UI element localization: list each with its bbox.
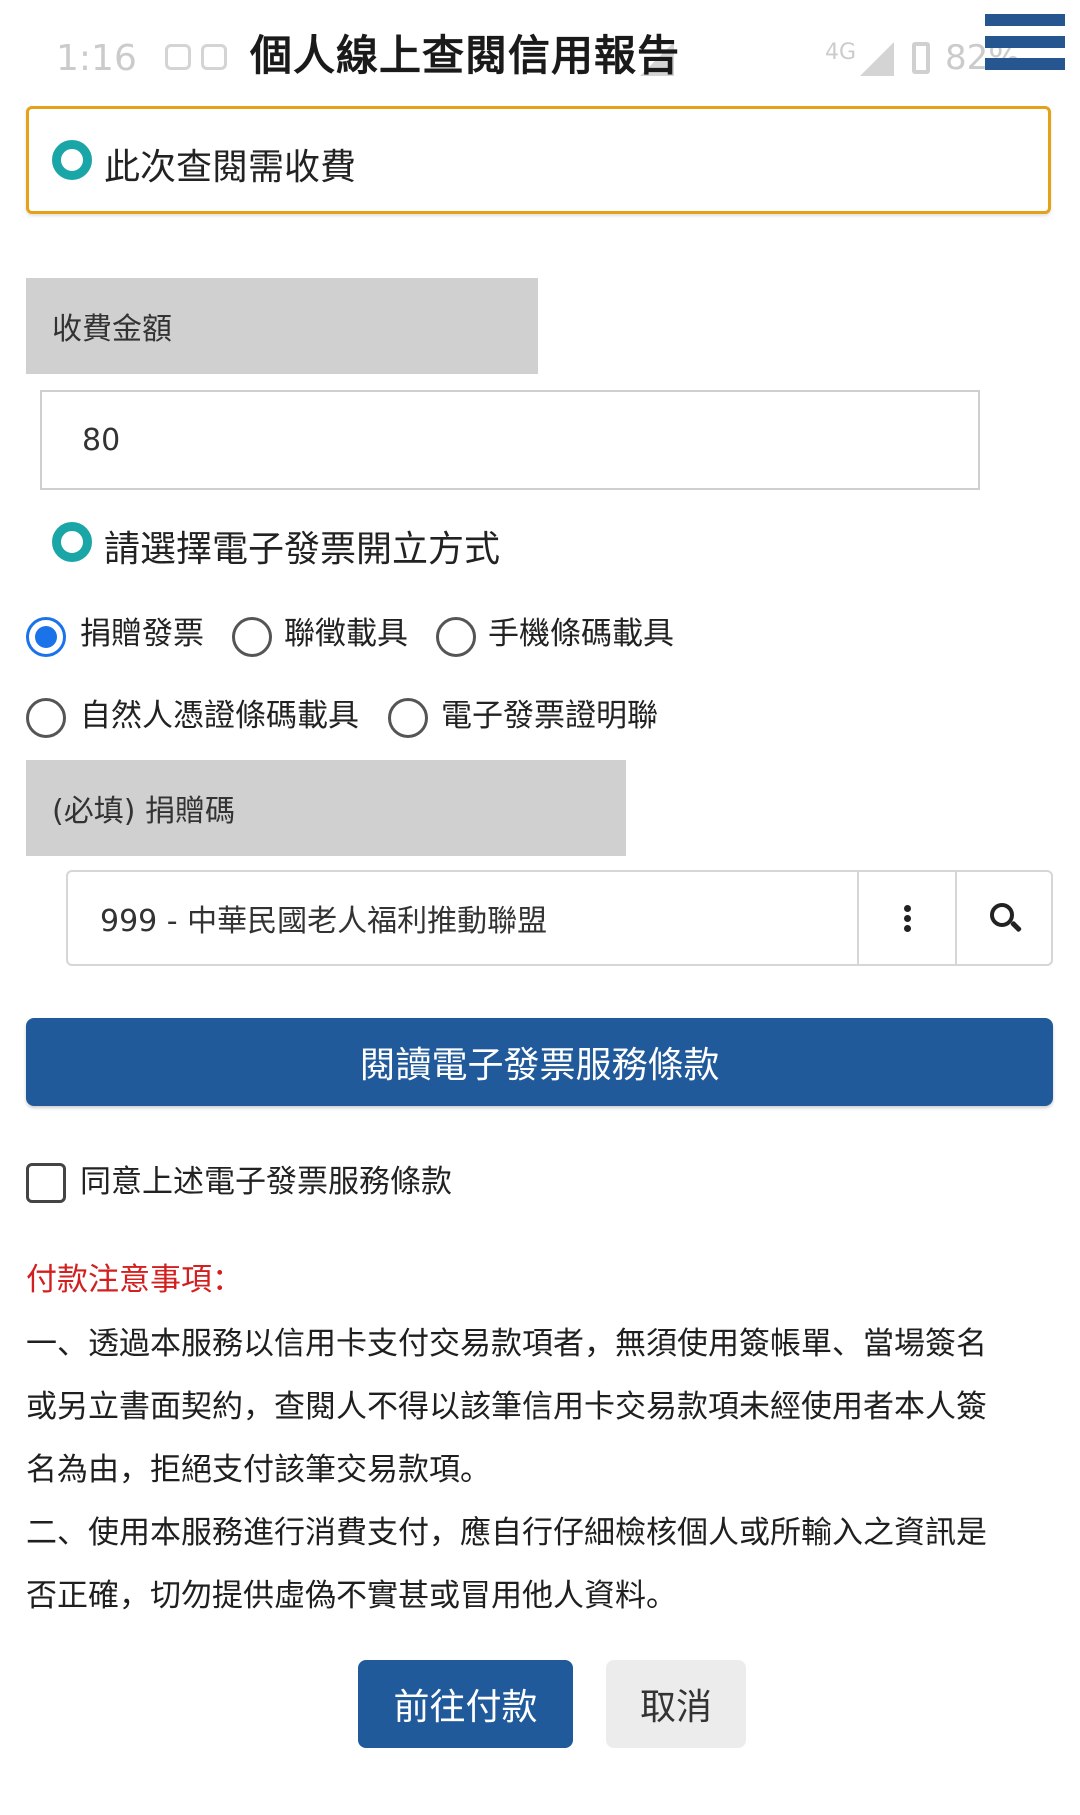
donation-code-select[interactable]: 999 - 中華民國老人福利推動聯盟 xyxy=(100,872,547,964)
read-terms-button[interactable]: 閱讀電子發票服務條款 xyxy=(26,1018,1053,1106)
agree-terms-checkbox[interactable] xyxy=(26,1163,66,1203)
payment-note-line: 名為由，拒絕支付該筆交易款項。 xyxy=(26,1452,491,1488)
invoice-method-label: 請選擇電子發票開立方式 xyxy=(104,529,501,570)
hamburger-menu-icon[interactable] xyxy=(985,14,1065,92)
notification-icon xyxy=(165,44,191,70)
notification-icons xyxy=(165,40,255,70)
more-options-button[interactable] xyxy=(857,872,955,964)
radio-mobile-barcode[interactable] xyxy=(436,617,476,657)
fee-notice-text: 此次查閱需收費 xyxy=(104,147,357,188)
search-button[interactable] xyxy=(955,872,1053,964)
page-title: 個人線上查閱信用報告 xyxy=(250,31,681,80)
network-type: 4G xyxy=(825,40,857,65)
radio-jcic-carrier[interactable] xyxy=(232,617,272,657)
notification-icon xyxy=(201,44,227,70)
radio-label-paper-proof[interactable]: 電子發票證明聯 xyxy=(441,690,658,735)
fee-label: 收費金額 xyxy=(26,278,538,374)
notice-ring-icon xyxy=(52,140,92,180)
agree-terms-label[interactable]: 同意上述電子發票服務條款 xyxy=(80,1156,452,1201)
kebab-menu-icon xyxy=(903,902,911,935)
app-header: 1:16 4G 82% 個人線上查閱信用報告 xyxy=(0,0,1080,104)
radio-paper-proof[interactable] xyxy=(388,698,428,738)
payment-note-line: 一、透過本服務以信用卡支付交易款項者，無須使用簽帳單、當場簽名 xyxy=(26,1326,987,1362)
search-icon xyxy=(990,903,1023,933)
payment-note-line: 否正確，切勿提供虛偽不實甚或冒用他人資料。 xyxy=(26,1578,677,1614)
radio-donate-invoice[interactable] xyxy=(26,617,66,657)
proceed-payment-button[interactable]: 前往付款 xyxy=(358,1660,573,1748)
radio-label-citizen-cert[interactable]: 自然人憑證條碼載具 xyxy=(80,690,359,735)
payment-note-line: 或另立書面契約，查閱人不得以該筆信用卡交易款項未經使用者本人簽 xyxy=(26,1389,987,1425)
radio-label-jcic-carrier[interactable]: 聯徵載具 xyxy=(284,608,408,653)
donation-code-row: 999 - 中華民國老人福利推動聯盟 xyxy=(66,870,1053,966)
section-ring-icon xyxy=(52,522,92,562)
status-time: 1:16 xyxy=(56,38,137,79)
battery-icon xyxy=(912,42,930,74)
fee-amount-field: 80 xyxy=(40,390,980,490)
cancel-button[interactable]: 取消 xyxy=(606,1660,746,1748)
radio-label-mobile-barcode[interactable]: 手機條碼載具 xyxy=(488,608,674,653)
payment-notes-title: 付款注意事項： xyxy=(26,1262,243,1298)
radio-label-donate-invoice[interactable]: 捐贈發票 xyxy=(80,608,204,653)
cell-signal-icon xyxy=(860,42,894,76)
donation-code-label: (必填) 捐贈碼 xyxy=(26,760,626,856)
payment-note-line: 二、使用本服務進行消費支付，應自行仔細檢核個人或所輸入之資訊是 xyxy=(26,1515,987,1551)
radio-citizen-cert[interactable] xyxy=(26,698,66,738)
